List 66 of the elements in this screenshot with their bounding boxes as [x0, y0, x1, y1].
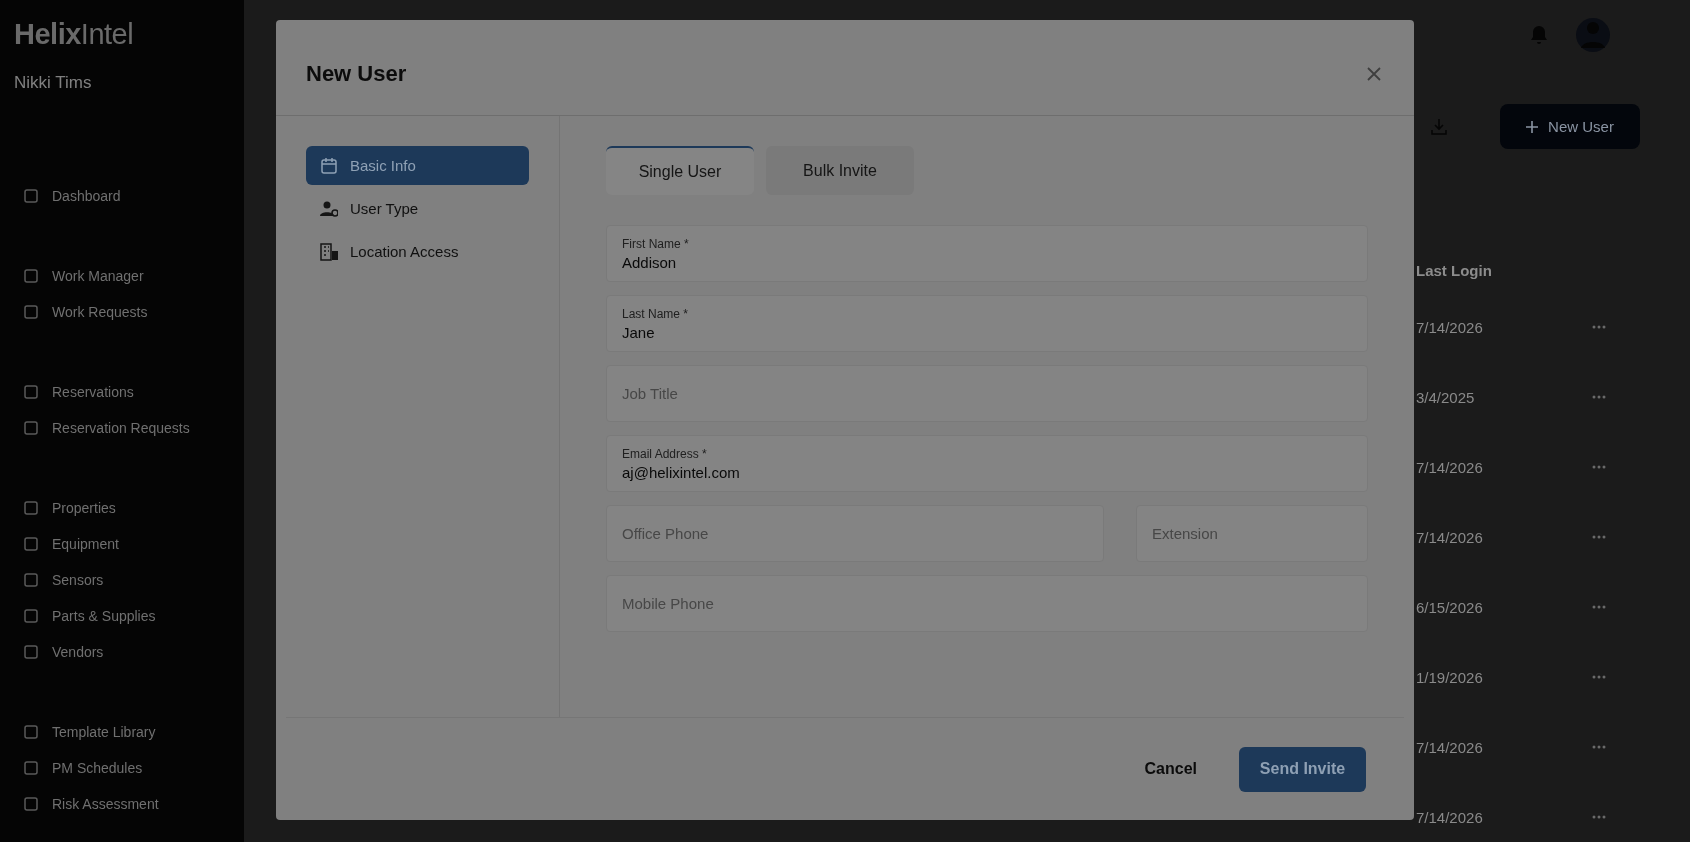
dialog-title: New User [306, 60, 407, 87]
input-field[interactable]: Office Phone [606, 505, 1104, 562]
square-icon [24, 797, 38, 811]
cancel-button[interactable]: Cancel [1138, 752, 1203, 786]
input-field[interactable]: Last Name * Jane [606, 295, 1368, 352]
more-icon[interactable] [1592, 605, 1606, 609]
nav-item[interactable]: Location Access [306, 232, 529, 271]
square-icon [24, 305, 38, 319]
menu-item[interactable]: Template Library [52, 724, 156, 740]
square-icon [24, 725, 38, 739]
more-icon[interactable] [1592, 395, 1606, 399]
calendar-icon [320, 156, 338, 175]
send-invite-button[interactable]: Send Invite [1239, 746, 1366, 792]
table-cell: 3/4/2025 [1416, 388, 1475, 406]
square-icon [24, 609, 38, 623]
square-icon [24, 573, 38, 587]
table-cell: 7/14/2026 [1416, 528, 1483, 546]
menu-item[interactable]: Vendors [52, 644, 104, 660]
menu-item[interactable]: PM Schedules [52, 760, 143, 776]
input-field[interactable]: First Name * Addison [606, 225, 1368, 282]
menu-item[interactable]: Sensors [52, 572, 104, 588]
table-cell: 7/14/2026 [1416, 318, 1483, 336]
column-header: Last Login [1416, 262, 1492, 281]
user-gear-icon [320, 199, 338, 218]
tab[interactable]: Single User [606, 146, 754, 195]
input-field[interactable]: Extension [1136, 505, 1368, 562]
square-icon [24, 421, 38, 435]
more-icon[interactable] [1592, 325, 1606, 329]
table-cell: 7/14/2026 [1416, 738, 1483, 756]
more-icon[interactable] [1592, 675, 1606, 679]
square-icon [24, 645, 38, 659]
square-icon [24, 189, 38, 203]
menu-item[interactable]: Work Requests [52, 304, 148, 320]
building-icon [320, 242, 338, 261]
square-icon [24, 269, 38, 283]
table-cell: 6/15/2026 [1416, 598, 1483, 616]
new-user-button[interactable]: New User [1500, 104, 1640, 149]
square-icon [24, 501, 38, 515]
tab[interactable]: Bulk Invite [766, 146, 914, 195]
logo: HelixIntel [14, 18, 134, 51]
table-cell: 1/19/2026 [1416, 668, 1483, 686]
nav-item[interactable]: Basic Info [306, 146, 529, 185]
close-icon[interactable] [1366, 65, 1382, 82]
more-icon[interactable] [1592, 815, 1606, 819]
square-icon [24, 537, 38, 551]
more-icon[interactable] [1592, 465, 1606, 469]
user-name: Nikki Tims [14, 73, 92, 93]
menu-item[interactable]: Work Manager [52, 268, 144, 284]
nav-item[interactable]: User Type [306, 189, 529, 228]
menu-item[interactable]: Parts & Supplies [52, 608, 156, 624]
input-field[interactable]: Mobile Phone [606, 575, 1368, 632]
menu-item[interactable]: Equipment [52, 536, 119, 552]
menu-item[interactable]: Risk Assessment [52, 796, 159, 812]
menu-item[interactable]: Properties [52, 500, 116, 516]
menu-item[interactable]: Reservation Requests [52, 420, 190, 436]
menu-item[interactable]: Dashboard [52, 188, 121, 204]
square-icon [24, 385, 38, 399]
input-field[interactable]: Email Address * aj@helixintel.com [606, 435, 1368, 492]
square-icon [24, 761, 38, 775]
table-cell: 7/14/2026 [1416, 458, 1483, 476]
input-field[interactable]: Job Title [606, 365, 1368, 422]
table-cell: 7/14/2026 [1416, 808, 1483, 826]
more-icon[interactable] [1592, 535, 1606, 539]
menu-item[interactable]: Reservations [52, 384, 134, 400]
plus-icon [1526, 120, 1539, 133]
more-icon[interactable] [1592, 745, 1606, 749]
